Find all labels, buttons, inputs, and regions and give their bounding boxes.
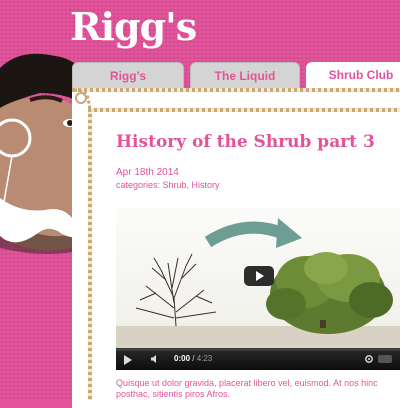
volume-icon[interactable] [150,354,160,364]
tab-riggs[interactable]: Rigg's [72,62,184,88]
tab-shrub-club[interactable]: Shrub Club [306,62,400,88]
tab-riggs-label: Rigg's [109,68,147,83]
post-categories: categories: Shrub, History [116,180,220,190]
video-duration: 4:23 [196,354,213,363]
video-current-time: 0:00 [174,354,191,363]
video-progress-bar[interactable] [116,348,400,351]
tab-shrub-club-label: Shrub Club [328,68,394,82]
post-date: Apr 18th 2014 [116,167,179,178]
tab-the-liquid[interactable]: The Liquid [190,62,300,88]
post-title[interactable]: History of the Shrub part 3 [116,132,375,152]
video-play-overlay-button[interactable] [244,266,274,286]
video-controls-bar: 0:00 / 4:23 [116,348,400,370]
rope-border-top [72,88,400,92]
video-player[interactable]: 0:00 / 4:23 [116,208,400,370]
post-body-text: Quisque ut dolor gravida, placerat liber… [116,378,378,399]
video-time-separator: / [190,354,197,363]
video-settings-icon[interactable] [364,354,394,364]
rope-border-inner-top [88,108,400,112]
site-logo[interactable]: Rigg's [70,4,197,49]
rope-border-left [88,108,92,400]
rope-knot-icon [73,88,92,112]
categories-links[interactable]: Shrub, History [163,180,220,190]
video-time-display: 0:00 / 4:23 [174,354,212,363]
categories-prefix: categories: [116,180,163,190]
play-icon[interactable] [124,355,132,365]
tab-the-liquid-label: The Liquid [214,68,276,83]
